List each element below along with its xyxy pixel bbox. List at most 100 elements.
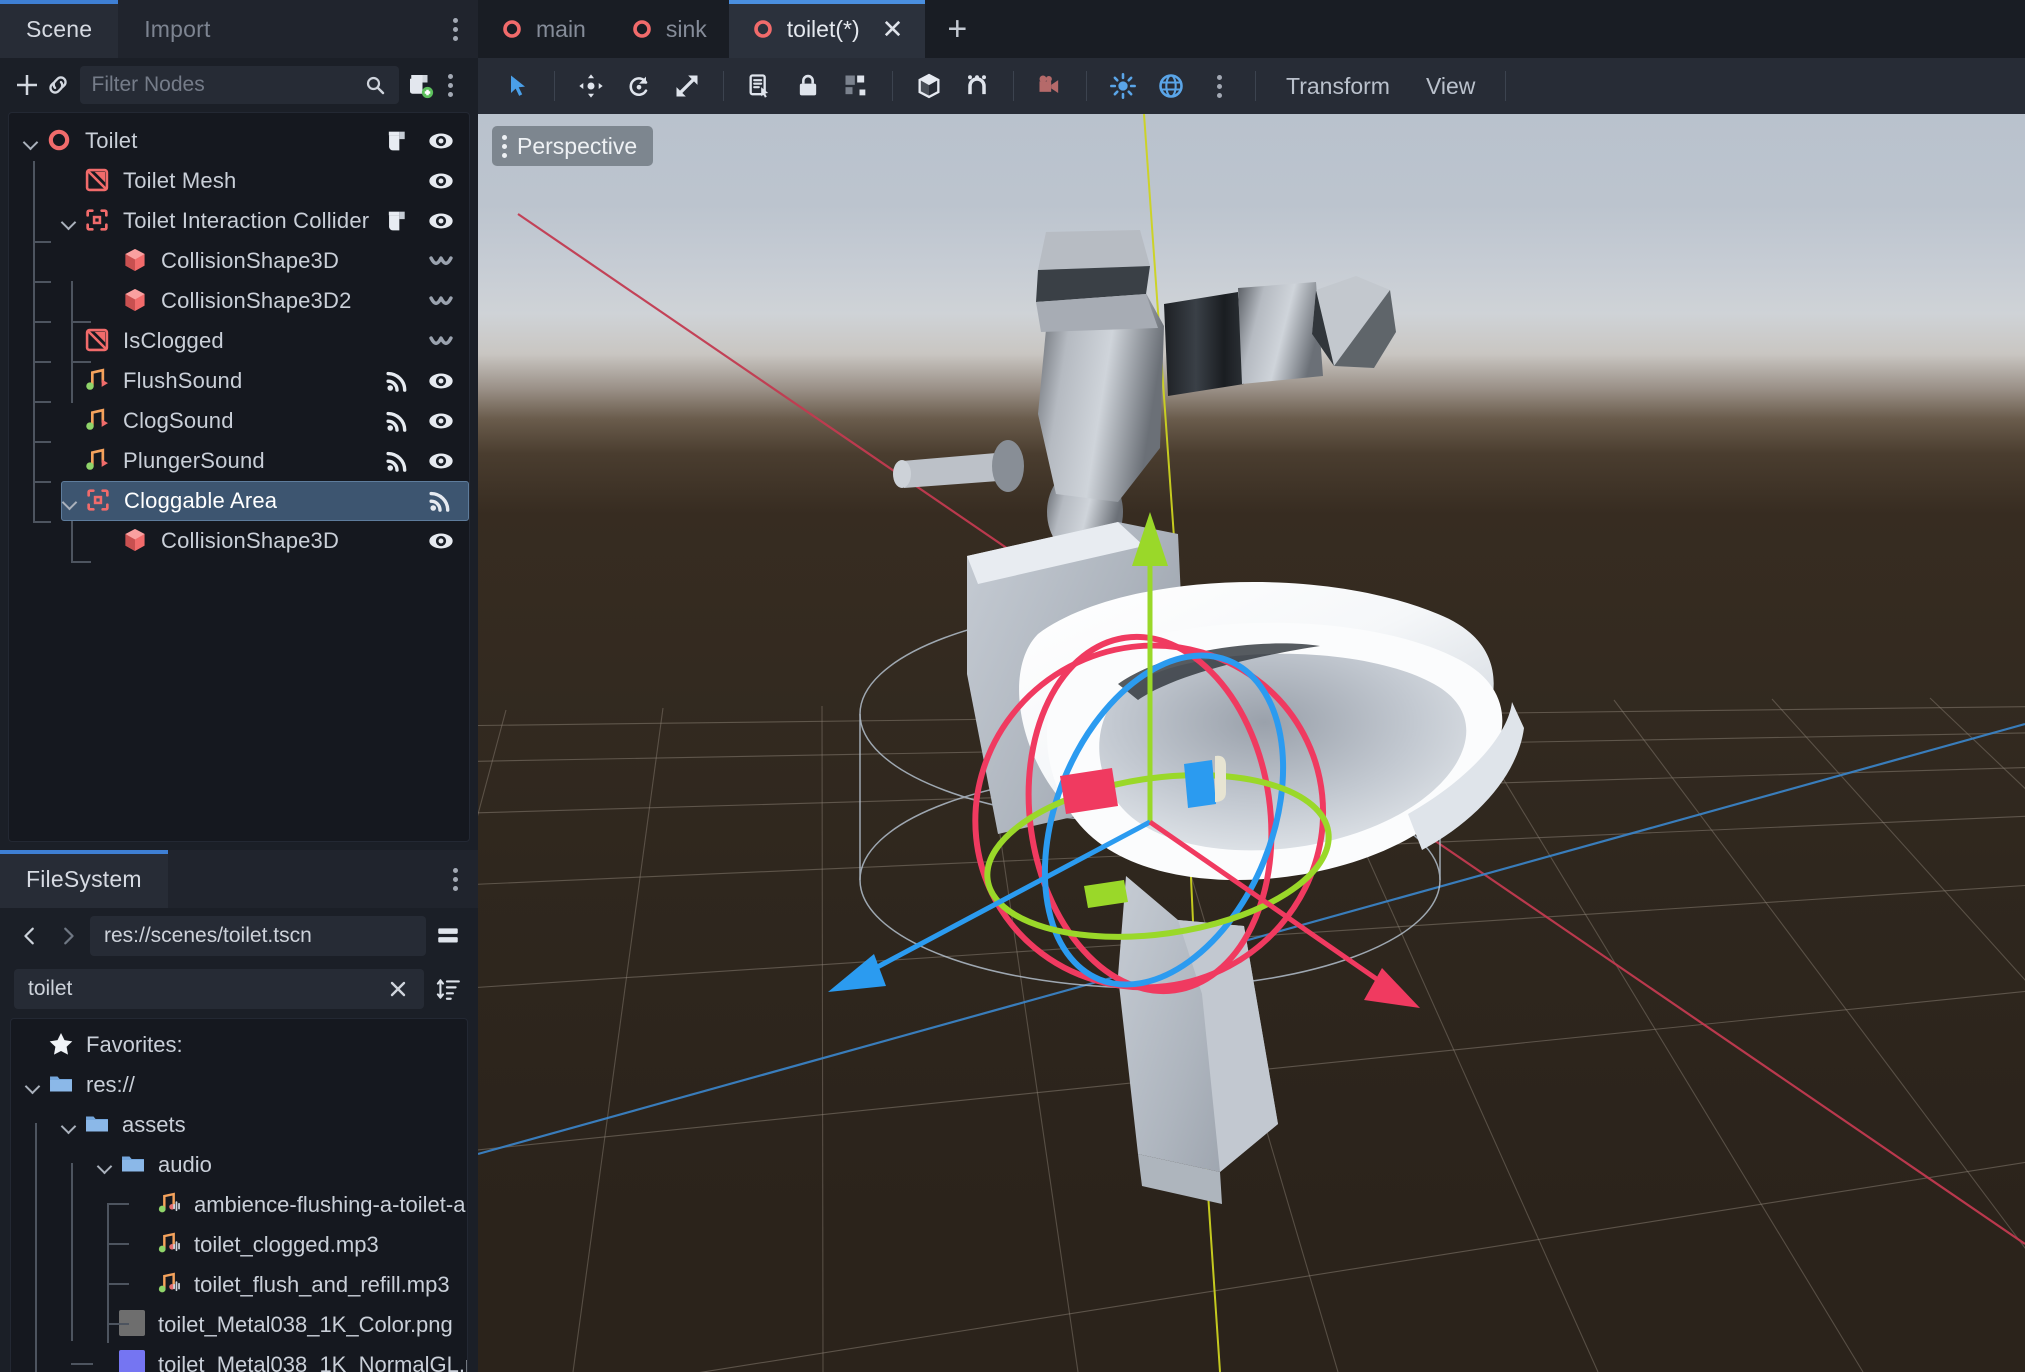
curve-spatial-icon[interactable] bbox=[427, 247, 455, 275]
current-path-field[interactable]: res://scenes/toilet.tscn bbox=[90, 916, 426, 956]
filesystem-item[interactable]: toilet_flush_and_refill.mp3 bbox=[133, 1265, 467, 1305]
scene-tab-toilet[interactable]: toilet(*) ✕ bbox=[728, 0, 926, 58]
filesystem-item[interactable]: Favorites: bbox=[25, 1025, 467, 1065]
scene-tree-node-collisionshape3d[interactable]: CollisionShape3D bbox=[99, 241, 469, 281]
filesystem-item[interactable]: res:// bbox=[25, 1065, 467, 1105]
toolbar-separator bbox=[1086, 71, 1087, 101]
scene-tree-node-isclogged[interactable]: IsClogged bbox=[61, 321, 469, 361]
filesystem-item[interactable]: ambience-flushing-a-toilet-and-… bbox=[133, 1185, 467, 1225]
filesystem-search-box[interactable]: toilet bbox=[14, 969, 424, 1009]
filesystem-item[interactable]: assets bbox=[61, 1105, 467, 1145]
filesystem-item[interactable]: toilet_clogged.mp3 bbox=[133, 1225, 467, 1265]
chevron-down-icon[interactable] bbox=[61, 212, 79, 230]
chevron-down-icon[interactable] bbox=[25, 1076, 43, 1094]
select-mode-tool[interactable] bbox=[494, 63, 542, 109]
gizmo-axis-z-arrow[interactable] bbox=[828, 954, 886, 992]
filesystem-item[interactable]: toilet_Metal038_1K_Color.png bbox=[97, 1305, 467, 1345]
chevron-down-icon[interactable] bbox=[23, 132, 41, 150]
visibility-icon[interactable] bbox=[427, 407, 455, 435]
new-scene-tab-button[interactable]: + bbox=[925, 0, 989, 58]
signal-icon[interactable] bbox=[383, 407, 411, 435]
tree-guide-line bbox=[107, 1203, 129, 1205]
viewport-3d[interactable]: Perspective bbox=[478, 114, 2025, 1372]
scene-tree-options-button[interactable] bbox=[435, 63, 466, 107]
visibility-icon[interactable] bbox=[427, 527, 455, 555]
group-selection-button[interactable] bbox=[832, 63, 880, 109]
scene-tree-node-toilet-mesh[interactable]: Toilet Mesh bbox=[61, 161, 469, 201]
scene-tree-node-plungersound[interactable]: PlungerSound bbox=[61, 441, 469, 481]
signal-icon[interactable] bbox=[426, 487, 454, 515]
filesystem-dock: FileSystem res://scenes/toilet.tscn toil… bbox=[0, 850, 478, 1372]
preview-sun-button[interactable] bbox=[1099, 63, 1147, 109]
visibility-icon[interactable] bbox=[427, 167, 455, 195]
perspective-menu-button[interactable]: Perspective bbox=[492, 126, 654, 166]
filesystem-item[interactable]: toilet_Metal038_1K_NormalGL.png bbox=[97, 1345, 467, 1372]
scene-tree-node-toilet-interaction-collider[interactable]: Toilet Interaction Collider bbox=[61, 201, 469, 241]
tab-import[interactable]: Import bbox=[118, 0, 236, 58]
script-icon[interactable] bbox=[383, 207, 411, 235]
gizmo-scale-handle[interactable] bbox=[1215, 755, 1226, 802]
scene-tree-node-toilet[interactable]: Toilet bbox=[23, 121, 469, 161]
filesystem-tree-panel[interactable]: Favorites: res:// assets audio ambience-flus… bbox=[10, 1018, 468, 1372]
sun-env-options-button[interactable] bbox=[1195, 63, 1243, 109]
filesystem-item-label: Favorites: bbox=[86, 1032, 183, 1057]
instantiate-child-scene-button[interactable] bbox=[43, 63, 74, 107]
visibility-icon[interactable] bbox=[427, 207, 455, 235]
visibility-icon[interactable] bbox=[427, 447, 455, 475]
scene-tree-node-collisionshape3d[interactable]: CollisionShape3D bbox=[99, 521, 469, 561]
close-icon[interactable]: ✕ bbox=[882, 16, 904, 42]
filesystem-item[interactable]: audio bbox=[97, 1145, 467, 1185]
globe-icon bbox=[1159, 74, 1183, 98]
move-mode-tool[interactable] bbox=[567, 63, 615, 109]
toggle-split-mode-button[interactable] bbox=[432, 916, 464, 956]
signal-icon[interactable] bbox=[383, 447, 411, 475]
tab-filesystem[interactable]: FileSystem bbox=[0, 850, 168, 908]
camera-preview-button[interactable] bbox=[1026, 63, 1074, 109]
scale-mode-tool[interactable] bbox=[663, 63, 711, 109]
gizmo-plane-yz[interactable] bbox=[1060, 768, 1118, 814]
scene-tab-sink[interactable]: sink bbox=[608, 0, 729, 58]
scene-dock-menu-button[interactable] bbox=[432, 0, 478, 58]
tab-scene[interactable]: Scene bbox=[0, 0, 119, 58]
scene-tree-node-clogsound[interactable]: ClogSound bbox=[61, 401, 469, 441]
chevron-down-icon[interactable] bbox=[61, 1116, 79, 1134]
close-icon[interactable] bbox=[386, 977, 410, 1001]
use-snap-button[interactable] bbox=[953, 63, 1001, 109]
rotate-mode-tool[interactable] bbox=[615, 63, 663, 109]
transform-menu-button[interactable]: Transform bbox=[1268, 63, 1408, 109]
tree-guide-line bbox=[35, 1123, 37, 1372]
use-local-space-button[interactable] bbox=[905, 63, 953, 109]
chevron-down-icon[interactable] bbox=[97, 1156, 115, 1174]
list-select-tool[interactable] bbox=[736, 63, 784, 109]
scene-tree-node-flushsound[interactable]: FlushSound bbox=[61, 361, 469, 401]
script-icon[interactable] bbox=[383, 127, 411, 155]
signal-icon[interactable] bbox=[383, 367, 411, 395]
scene-tree-node-cloggable-area[interactable]: Cloggable Area bbox=[61, 481, 469, 521]
lock-selection-button[interactable] bbox=[784, 63, 832, 109]
curve-spatial-icon[interactable] bbox=[427, 327, 455, 355]
nav-forward-button[interactable] bbox=[52, 916, 84, 956]
filter-nodes-box[interactable] bbox=[79, 66, 399, 104]
visibility-icon[interactable] bbox=[427, 367, 455, 395]
scene-tab-main[interactable]: main bbox=[478, 0, 608, 58]
filesystem-dock-menu-button[interactable] bbox=[432, 850, 478, 908]
viewport-toolbar: Transform View bbox=[478, 58, 2025, 114]
gizmo-plane-xy[interactable] bbox=[1184, 760, 1216, 808]
filter-nodes-input[interactable] bbox=[91, 73, 363, 97]
scene-tree-panel[interactable]: Toilet Toilet Mesh Toilet Interaction Coll… bbox=[8, 112, 470, 842]
chevron-down-icon[interactable] bbox=[62, 492, 80, 510]
add-node-button[interactable] bbox=[12, 63, 43, 107]
filesystem-sort-button[interactable] bbox=[432, 969, 464, 1009]
curve-spatial-icon[interactable] bbox=[427, 287, 455, 315]
gizmo-plane-xz[interactable] bbox=[1084, 880, 1128, 908]
lock-icon bbox=[799, 74, 817, 96]
scene-tree-node-collisionshape3d2[interactable]: CollisionShape3D2 bbox=[99, 281, 469, 321]
preview-environment-button[interactable] bbox=[1147, 63, 1195, 109]
create-script-button[interactable] bbox=[405, 63, 436, 107]
scene-tree-node-actions bbox=[383, 207, 461, 235]
visibility-icon[interactable] bbox=[427, 127, 455, 155]
view-menu-button[interactable]: View bbox=[1408, 63, 1493, 109]
nav-back-button[interactable] bbox=[14, 916, 46, 956]
area3d-icon bbox=[83, 206, 113, 236]
